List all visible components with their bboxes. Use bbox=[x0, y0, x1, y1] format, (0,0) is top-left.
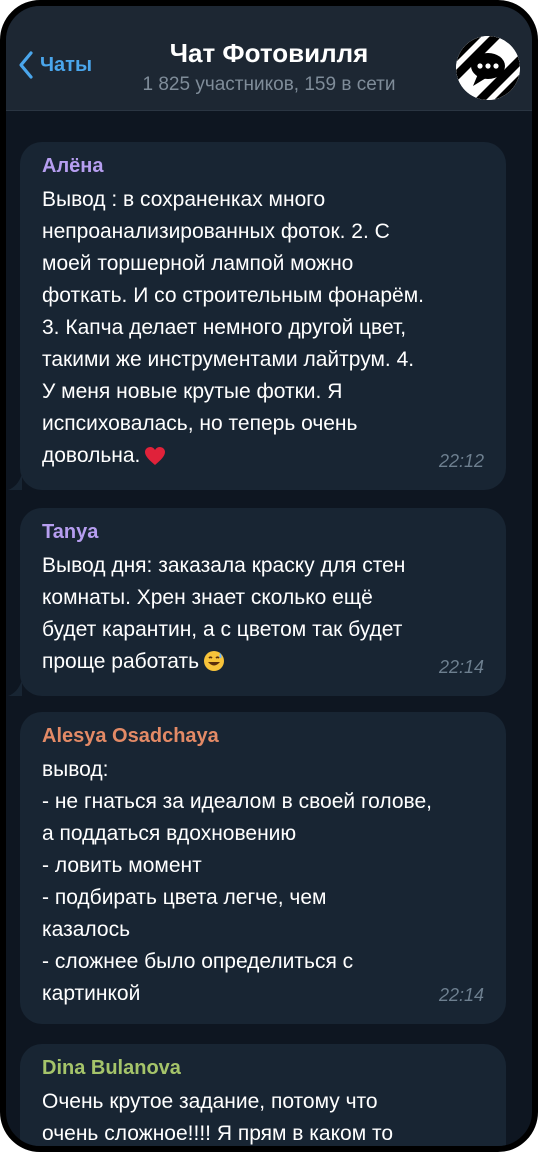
chat-title: Чат Фотовилля bbox=[169, 38, 369, 68]
message-text: Очень крутое задание, потому что очень с… bbox=[42, 1090, 394, 1145]
bubble-tail bbox=[8, 474, 22, 490]
speech-bubble-icon bbox=[456, 36, 520, 100]
grinning-sweat-face-icon bbox=[203, 650, 225, 682]
message-bubble[interactable]: Алёна Вывод : в сохраненках много непроа… bbox=[8, 142, 506, 490]
message-time: 22:14 bbox=[438, 657, 484, 677]
message-author[interactable]: Dina Bulanova bbox=[42, 1056, 484, 1080]
message-bubble[interactable]: Tanya Вывод дня: заказала краску для сте… bbox=[8, 508, 506, 696]
bubble-tail bbox=[8, 680, 22, 696]
message-text: Вывод : в сохраненках много непроанализи… bbox=[42, 184, 484, 476]
message-author[interactable]: Алёна bbox=[42, 154, 484, 178]
chat-avatar[interactable] bbox=[456, 36, 520, 100]
message-bubble[interactable]: Alesya Osadchaya вывод: - не гнаться за … bbox=[20, 712, 506, 1024]
message-list[interactable]: Алёна Вывод : в сохраненках много непроа… bbox=[6, 110, 532, 1146]
phone-frame: Чаты Чат Фотовилля 1 825 участников, 159… bbox=[0, 0, 538, 1152]
message-author[interactable]: Tanya bbox=[42, 520, 484, 544]
chat-title-block[interactable]: Чат Фотовилля 1 825 участников, 159 в се… bbox=[6, 38, 532, 98]
message-time: 22:14 bbox=[438, 985, 484, 1005]
chat-header: Чаты Чат Фотовилля 1 825 участников, 159… bbox=[6, 6, 532, 111]
message-author[interactable]: Alesya Osadchaya bbox=[42, 724, 484, 748]
message-text: Вывод дня: заказала краску для стен комн… bbox=[42, 550, 484, 682]
message-time: 22:12 bbox=[438, 451, 484, 471]
message-bubble[interactable]: Dina Bulanova Очень крутое задание, пото… bbox=[20, 1044, 506, 1146]
chat-subtitle: 1 825 участников, 159 в сети bbox=[142, 74, 396, 95]
message-text: вывод: - не гнаться за идеалом в своей г… bbox=[42, 758, 432, 1005]
red-heart-icon bbox=[144, 444, 166, 476]
